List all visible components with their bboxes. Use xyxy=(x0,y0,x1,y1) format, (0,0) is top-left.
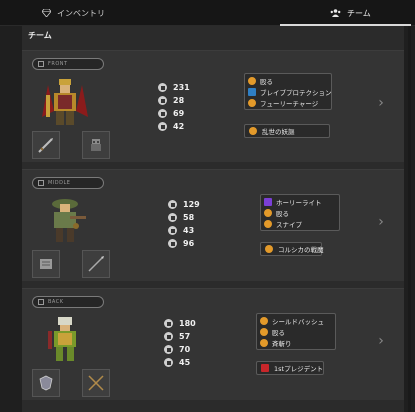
tab-bar: インベントリ チーム xyxy=(0,0,415,26)
crossbow-icon xyxy=(88,375,104,391)
shield-icon xyxy=(39,375,53,391)
position-label: MIDDLE xyxy=(48,180,71,186)
chevron-right-icon[interactable]: › xyxy=(376,333,386,349)
skill-icon xyxy=(264,197,272,206)
stat-attack: 58 xyxy=(168,213,200,222)
attack-icon xyxy=(168,213,177,222)
skill-icon xyxy=(260,338,268,347)
chevron-right-icon[interactable]: › xyxy=(376,95,386,111)
scrollbar[interactable] xyxy=(408,26,411,412)
shield-icon xyxy=(168,226,177,235)
skill-item: ブレイブプロテクション xyxy=(248,87,332,97)
shield-icon xyxy=(164,345,173,354)
gem-icon xyxy=(42,9,51,17)
position-icon xyxy=(38,299,44,305)
skill-item: 殴る xyxy=(248,76,328,86)
skill-icon xyxy=(260,327,268,336)
equip-slot-armor[interactable] xyxy=(82,131,110,159)
speed-icon xyxy=(168,239,177,248)
position-pill: BACK xyxy=(32,296,104,308)
position-label: FRONT xyxy=(48,61,68,67)
skill-icon xyxy=(248,87,256,96)
heart-icon xyxy=(168,200,177,209)
ability-box[interactable]: コルシカの戦魔 xyxy=(260,242,324,256)
team-panel: チーム FRONT 231 28 69 42 殴る ブレイブプロテクション フュ… xyxy=(22,26,404,412)
equipment-row xyxy=(32,131,110,159)
ability-icon xyxy=(261,364,269,372)
stat-defense: 69 xyxy=(158,109,190,118)
speed-icon xyxy=(164,358,173,367)
team-member-card-back[interactable]: BACK 180 57 70 45 シールドバッシュ 殴る 斉斬り 1stプレジ… xyxy=(22,288,404,400)
skill-icon xyxy=(260,316,268,325)
attack-icon xyxy=(158,96,167,105)
tab-team-label: チーム xyxy=(347,8,371,18)
stat-defense: 43 xyxy=(168,226,200,235)
ability-box[interactable]: 1stプレジデント xyxy=(256,361,324,375)
chevron-right-icon[interactable]: › xyxy=(376,214,386,230)
position-pill: MIDDLE xyxy=(32,177,104,189)
skill-icon xyxy=(264,208,272,217)
equip-slot-weapon[interactable] xyxy=(82,369,110,397)
stat-defense: 70 xyxy=(164,345,196,354)
equip-slot-weapon[interactable] xyxy=(82,250,110,278)
tab-team[interactable]: チーム xyxy=(280,0,411,26)
stat-attack: 57 xyxy=(164,332,196,341)
stat-attack: 28 xyxy=(158,96,190,105)
stat-speed: 45 xyxy=(164,358,196,367)
skill-item: スナイプ xyxy=(264,219,336,229)
tab-inventory[interactable]: インベントリ xyxy=(42,0,105,26)
stat-hp: 180 xyxy=(164,319,196,328)
skill-item: 斉斬り xyxy=(260,338,332,348)
hero-portrait xyxy=(48,317,76,361)
users-icon xyxy=(330,9,341,17)
heart-icon xyxy=(164,319,173,328)
skill-icon xyxy=(248,98,256,107)
sword-icon xyxy=(38,138,53,153)
skill-icon xyxy=(248,76,256,85)
speed-icon xyxy=(158,122,167,131)
ability-box[interactable]: 乱世の妖謳 xyxy=(244,124,330,138)
stat-hp: 231 xyxy=(158,83,190,92)
skills-box[interactable]: 殴る ブレイブプロテクション フューリーチャージ xyxy=(244,73,332,110)
skill-item: 殴る xyxy=(264,208,336,218)
equipment-row xyxy=(32,250,110,278)
attack-icon xyxy=(164,332,173,341)
stats-list: 180 57 70 45 xyxy=(164,319,196,367)
skill-item: シールドバッシュ xyxy=(260,316,332,326)
position-icon xyxy=(38,61,44,67)
equip-slot-weapon[interactable] xyxy=(32,131,60,159)
skills-box[interactable]: シールドバッシュ 殴る 斉斬り xyxy=(256,313,336,350)
equip-slot-item[interactable] xyxy=(32,250,60,278)
stats-list: 231 28 69 42 xyxy=(158,83,190,131)
skill-item: 殴る xyxy=(260,327,332,337)
shield-icon xyxy=(158,109,167,118)
team-member-card-front[interactable]: FRONT 231 28 69 42 殴る ブレイブプロテクション フューリーチ… xyxy=(22,50,404,162)
ability-icon xyxy=(265,245,273,253)
ability-icon xyxy=(249,127,257,135)
spear-icon xyxy=(88,256,104,272)
skills-box[interactable]: ホーリーライト 殴る スナイプ xyxy=(260,194,340,231)
equipment-row xyxy=(32,369,110,397)
team-member-card-middle[interactable]: MIDDLE 129 58 43 96 ホーリーライト 殴る スナイプ コルシカ… xyxy=(22,169,404,281)
skill-icon xyxy=(264,219,272,228)
tab-inventory-label: インベントリ xyxy=(57,8,105,18)
book-icon xyxy=(40,259,52,269)
heart-icon xyxy=(158,83,167,92)
skill-item: ホーリーライト xyxy=(264,197,336,207)
stat-hp: 129 xyxy=(168,200,200,209)
stat-speed: 96 xyxy=(168,239,200,248)
armor-icon xyxy=(91,139,101,151)
position-label: BACK xyxy=(48,299,64,305)
stats-list: 129 58 43 96 xyxy=(168,200,200,248)
position-icon xyxy=(38,180,44,186)
equip-slot-shield[interactable] xyxy=(32,369,60,397)
position-pill: FRONT xyxy=(32,58,104,70)
hero-portrait xyxy=(42,79,88,125)
panel-title: チーム xyxy=(28,31,52,40)
hero-portrait xyxy=(52,199,86,242)
skill-item: フューリーチャージ xyxy=(248,98,328,108)
stat-speed: 42 xyxy=(158,122,190,131)
